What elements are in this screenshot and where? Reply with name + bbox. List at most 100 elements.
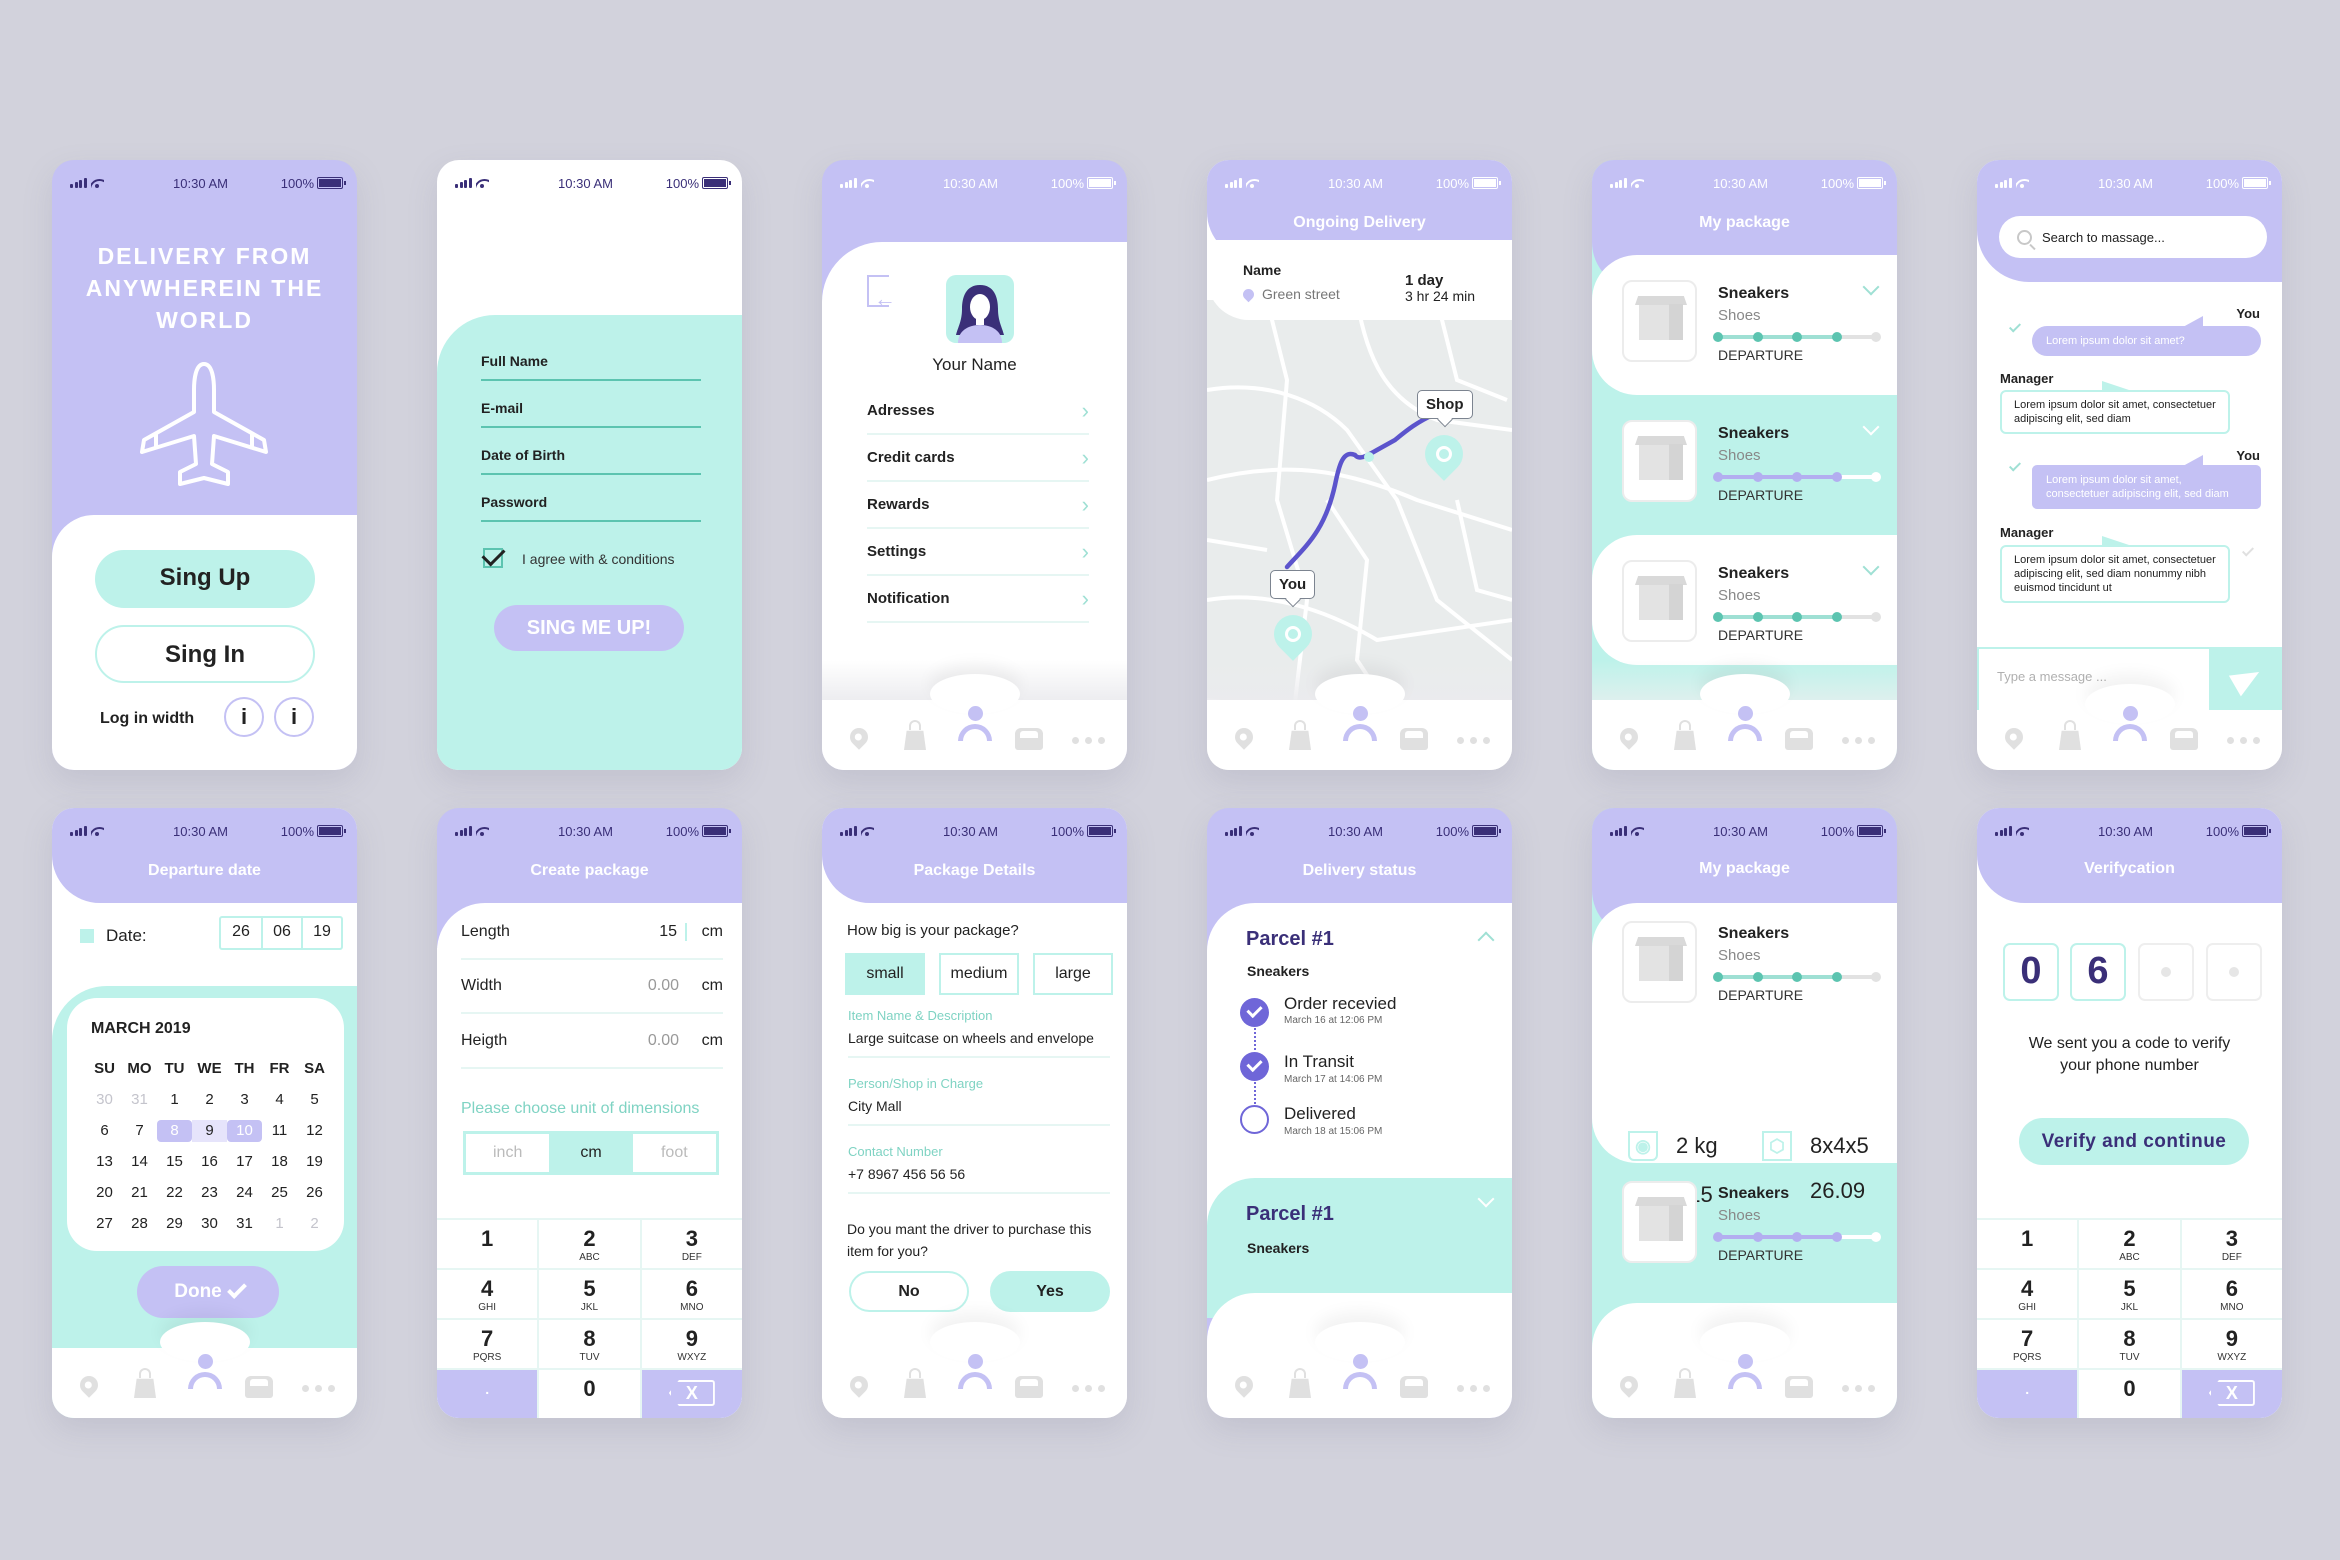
- otp-digit-1[interactable]: 0: [2003, 943, 2059, 1001]
- key-dot[interactable]: .: [1977, 1370, 2078, 1418]
- car-icon[interactable]: [2170, 728, 2198, 750]
- profile-icon[interactable]: [955, 1354, 995, 1400]
- more-icon[interactable]: [1457, 1385, 1490, 1392]
- key-8[interactable]: 8 TUV: [539, 1320, 640, 1368]
- field-value[interactable]: City Mall: [848, 1098, 1110, 1114]
- calendar-day[interactable]: 5: [297, 1089, 332, 1111]
- agree-checkbox[interactable]: [483, 548, 503, 568]
- calendar-day[interactable]: 10: [227, 1120, 262, 1142]
- social-login-button-1[interactable]: i: [224, 697, 264, 737]
- profile-icon[interactable]: [1340, 706, 1380, 752]
- calendar-day[interactable]: 17: [227, 1151, 262, 1173]
- height-row[interactable]: Heigth 0.00 cm: [461, 1015, 723, 1069]
- more-icon[interactable]: [302, 1385, 335, 1392]
- width-input[interactable]: 0.00: [627, 977, 687, 995]
- otp-digit-2[interactable]: 6: [2070, 943, 2126, 1001]
- chevron-down-icon[interactable]: [1862, 558, 1880, 576]
- more-icon[interactable]: [1842, 737, 1875, 744]
- key-5[interactable]: 5 JKL: [2079, 1270, 2180, 1318]
- full-name-field[interactable]: Full Name: [481, 353, 701, 381]
- more-icon[interactable]: [1072, 737, 1105, 744]
- calendar-day[interactable]: 30: [87, 1089, 122, 1111]
- key-4[interactable]: 4 GHI: [1977, 1270, 2078, 1318]
- date-input[interactable]: 26 06 19: [219, 916, 343, 950]
- key-6[interactable]: 6 MNO: [641, 1270, 742, 1318]
- chevron-down-icon[interactable]: [1862, 278, 1880, 296]
- profile-icon[interactable]: [955, 706, 995, 752]
- car-icon[interactable]: [1015, 1376, 1043, 1398]
- email-field[interactable]: E-mail: [481, 400, 701, 428]
- chevron-down-icon[interactable]: [1862, 418, 1880, 436]
- key-8[interactable]: 8 TUV: [2079, 1320, 2180, 1368]
- menu-item-credit-cards[interactable]: Credit cards ›: [867, 435, 1089, 482]
- more-icon[interactable]: [1842, 1385, 1875, 1392]
- size-large-button[interactable]: large: [1033, 953, 1113, 995]
- calendar-day[interactable]: 24: [227, 1182, 262, 1204]
- calendar-day[interactable]: 18: [262, 1151, 297, 1173]
- package-card[interactable]: Sneakers Shoes DEPARTURE: [1592, 255, 1897, 395]
- day-field[interactable]: 26: [221, 918, 261, 948]
- key-7[interactable]: 7 PQRS: [437, 1320, 538, 1368]
- yes-button[interactable]: Yes: [990, 1271, 1110, 1312]
- unit-inch[interactable]: inch: [466, 1134, 549, 1172]
- otp-digit-4[interactable]: [2206, 943, 2262, 1001]
- field-value[interactable]: Large suitcase on wheels and envelope: [848, 1030, 1110, 1046]
- avatar[interactable]: [946, 275, 1014, 343]
- password-field[interactable]: Password: [481, 494, 701, 522]
- calendar-day[interactable]: 6: [87, 1120, 122, 1142]
- calendar-day[interactable]: 1: [157, 1089, 192, 1111]
- location-icon[interactable]: [1231, 724, 1257, 750]
- calendar-day[interactable]: 25: [262, 1182, 297, 1204]
- size-medium-button[interactable]: medium: [939, 953, 1019, 995]
- car-icon[interactable]: [1785, 1376, 1813, 1398]
- location-icon[interactable]: [846, 1372, 872, 1398]
- length-row[interactable]: Length 15 cm: [461, 906, 723, 960]
- unit-cm[interactable]: cm: [549, 1134, 633, 1172]
- calendar-day[interactable]: 3: [227, 1089, 262, 1111]
- menu-item-rewards[interactable]: Rewards ›: [867, 482, 1089, 529]
- key-3[interactable]: 3 DEF: [641, 1220, 742, 1268]
- done-button[interactable]: Done: [137, 1266, 279, 1318]
- calendar-day[interactable]: 9: [192, 1120, 227, 1142]
- item-description-field[interactable]: Item Name & Description Large suitcase o…: [848, 1008, 1110, 1058]
- calendar-day[interactable]: 21: [122, 1182, 157, 1204]
- height-input[interactable]: 0.00: [627, 1032, 687, 1050]
- package-card-expanded[interactable]: Sneakers Shoes DEPARTURE: [1592, 903, 1897, 1163]
- calendar-day[interactable]: 1: [262, 1213, 297, 1235]
- unit-foot[interactable]: foot: [633, 1134, 716, 1172]
- calendar-day[interactable]: 31: [122, 1089, 157, 1111]
- calendar-day[interactable]: 2: [192, 1089, 227, 1111]
- package-card[interactable]: Sneakers Shoes DEPARTURE: [1592, 1163, 1897, 1303]
- date-of-birth-field[interactable]: Date of Birth: [481, 447, 701, 475]
- calendar-day[interactable]: 11: [262, 1120, 297, 1142]
- key-1[interactable]: 1: [437, 1220, 538, 1268]
- calendar-day[interactable]: 20: [87, 1182, 122, 1204]
- location-icon[interactable]: [1616, 724, 1642, 750]
- key-9[interactable]: 9 WXYZ: [641, 1320, 742, 1368]
- calendar-day[interactable]: 22: [157, 1182, 192, 1204]
- calendar-day[interactable]: 14: [122, 1151, 157, 1173]
- calendar-day[interactable]: 12: [297, 1120, 332, 1142]
- key-dot[interactable]: .: [437, 1370, 538, 1418]
- package-card[interactable]: Sneakers Shoes DEPARTURE: [1592, 395, 1897, 535]
- calendar-day[interactable]: 30: [192, 1213, 227, 1235]
- car-icon[interactable]: [1015, 728, 1043, 750]
- person-in-charge-field[interactable]: Person/Shop in Charge City Mall: [848, 1076, 1110, 1126]
- more-icon[interactable]: [1457, 737, 1490, 744]
- key-3[interactable]: 3 DEF: [2181, 1220, 2282, 1268]
- key-4[interactable]: 4 GHI: [437, 1270, 538, 1318]
- calendar-day[interactable]: 16: [192, 1151, 227, 1173]
- key-1[interactable]: 1: [1977, 1220, 2078, 1268]
- verify-continue-button[interactable]: Verify and continue: [2019, 1118, 2249, 1165]
- location-icon[interactable]: [1231, 1372, 1257, 1398]
- contact-number-field[interactable]: Contact Number +7 8967 456 56 56: [848, 1144, 1110, 1194]
- calendar-day[interactable]: 23: [192, 1182, 227, 1204]
- key-2[interactable]: 2 ABC: [2079, 1220, 2180, 1268]
- send-button[interactable]: [2209, 647, 2282, 710]
- calendar-day[interactable]: 2: [297, 1213, 332, 1235]
- more-icon[interactable]: [1072, 1385, 1105, 1392]
- key-7[interactable]: 7 PQRS: [1977, 1320, 2078, 1368]
- car-icon[interactable]: [1400, 728, 1428, 750]
- more-icon[interactable]: [2227, 737, 2260, 744]
- calendar-day[interactable]: 31: [227, 1213, 262, 1235]
